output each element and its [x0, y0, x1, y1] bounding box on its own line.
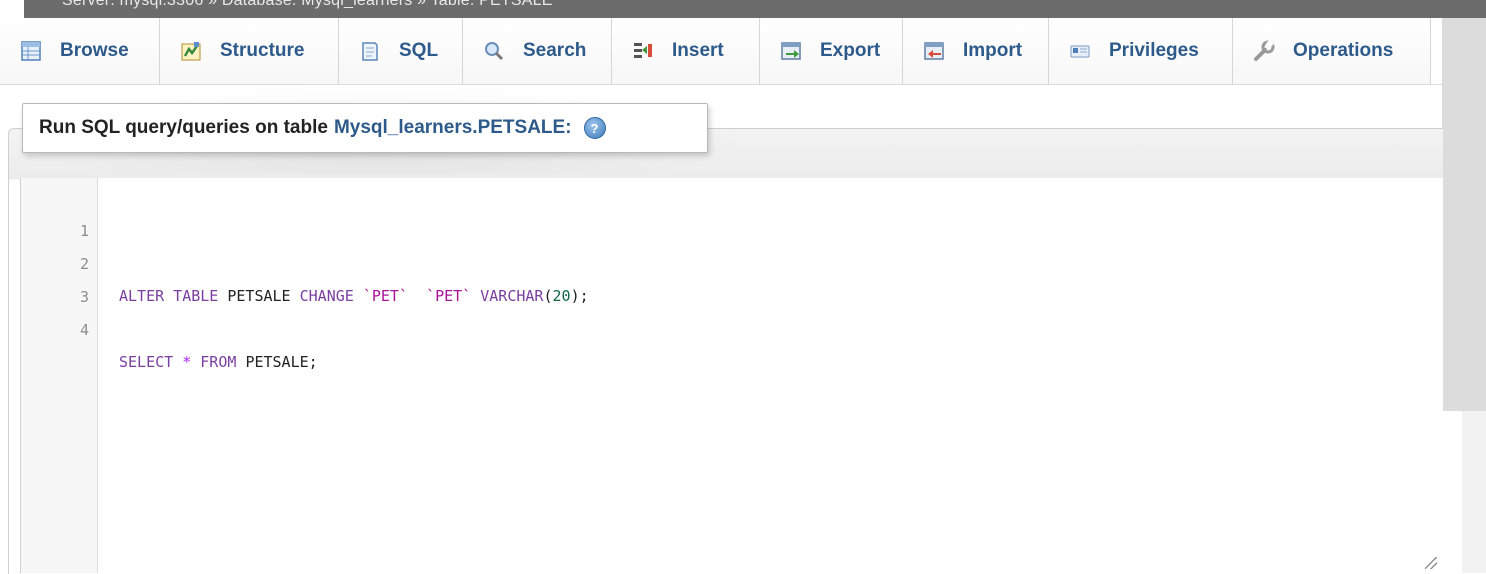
sql-keyword: CHANGE [299, 287, 354, 305]
right-scroll-track[interactable] [1442, 18, 1486, 411]
search-icon [483, 40, 505, 62]
tab-privileges[interactable]: Privileges [1049, 18, 1233, 84]
tab-browse[interactable]: Browse [0, 18, 160, 84]
tab-privileges-label: Privileges [1109, 40, 1199, 61]
breadcrumb-left-edge [0, 0, 24, 18]
import-icon [923, 40, 945, 62]
insert-icon [632, 40, 654, 62]
privileges-icon [1069, 40, 1091, 62]
sql-query-legend: Run SQL query/queries on table Mysql_lea… [22, 103, 708, 153]
operations-icon [1253, 39, 1275, 62]
code-line-2[interactable]: 2 ALTER TABLE PETSALE CHANGE `PET` `PET`… [21, 216, 589, 305]
legend-prefix: Run SQL query/queries on table [39, 117, 328, 138]
tab-search[interactable]: Search [463, 18, 612, 84]
tab-import-label: Import [963, 40, 1023, 61]
code-line-3[interactable]: 3 [21, 249, 89, 306]
sql-type: VARCHAR [480, 287, 544, 305]
sql-keyword: ALTER TABLE [119, 287, 219, 305]
tab-import[interactable]: Import [903, 18, 1049, 84]
sql-identifier: `PET` [426, 287, 472, 305]
tab-insert[interactable]: Insert [612, 18, 760, 84]
tab-operations-label: Operations [1293, 40, 1394, 61]
tab-structure[interactable]: Structure [160, 18, 339, 84]
breadcrumb-text[interactable]: Server: mysql:3306 » Database: Mysql_lea… [62, 0, 553, 10]
browse-icon [20, 40, 42, 62]
help-icon[interactable]: ? [583, 117, 606, 139]
legend-table-link[interactable]: Mysql_learners.PETSALE: [334, 117, 572, 139]
tab-browse-label: Browse [60, 40, 129, 61]
sql-keyword: SELECT [119, 353, 174, 371]
line-number: 4 [79, 321, 89, 339]
sql-identifier: `PET` [362, 287, 408, 305]
breadcrumb: Server: mysql:3306 » Database: Mysql_lea… [0, 0, 1486, 18]
tab-sql-label: SQL [399, 40, 439, 61]
tab-export-label: Export [820, 40, 881, 61]
resize-handle-icon[interactable] [1425, 557, 1437, 569]
code-line-1[interactable]: 1 [21, 183, 89, 240]
tab-operations[interactable]: Operations [1233, 18, 1431, 84]
code-text: ALTER TABLE PETSALE CHANGE `PET` `PET` V… [119, 287, 589, 305]
sql-keyword: FROM [200, 353, 237, 371]
sql-operator: * [182, 353, 192, 371]
sql-number: 20 [552, 287, 571, 305]
sql-icon [359, 40, 381, 62]
tab-export[interactable]: Export [760, 18, 903, 84]
sql-table-name: PETSALE [227, 287, 291, 305]
sql-table-name: PETSALE [245, 353, 309, 371]
tab-sql[interactable]: SQL [339, 18, 463, 84]
right-scroll-track-lower[interactable] [1462, 411, 1486, 573]
code-text: SELECT * FROM PETSALE; [119, 353, 318, 371]
tab-insert-label: Insert [672, 40, 724, 61]
structure-icon [180, 40, 202, 62]
tab-search-label: Search [523, 40, 587, 61]
sql-editor[interactable]: 1 2 ALTER TABLE PETSALE CHANGE `PET` `PE… [20, 178, 1443, 573]
tab-structure-label: Structure [220, 40, 305, 61]
export-icon [780, 40, 802, 62]
tab-bar: Browse Structure SQL Search Insert Expor… [0, 18, 1442, 85]
code-line-4[interactable]: 4 SELECT * FROM PETSALE; [21, 282, 318, 371]
